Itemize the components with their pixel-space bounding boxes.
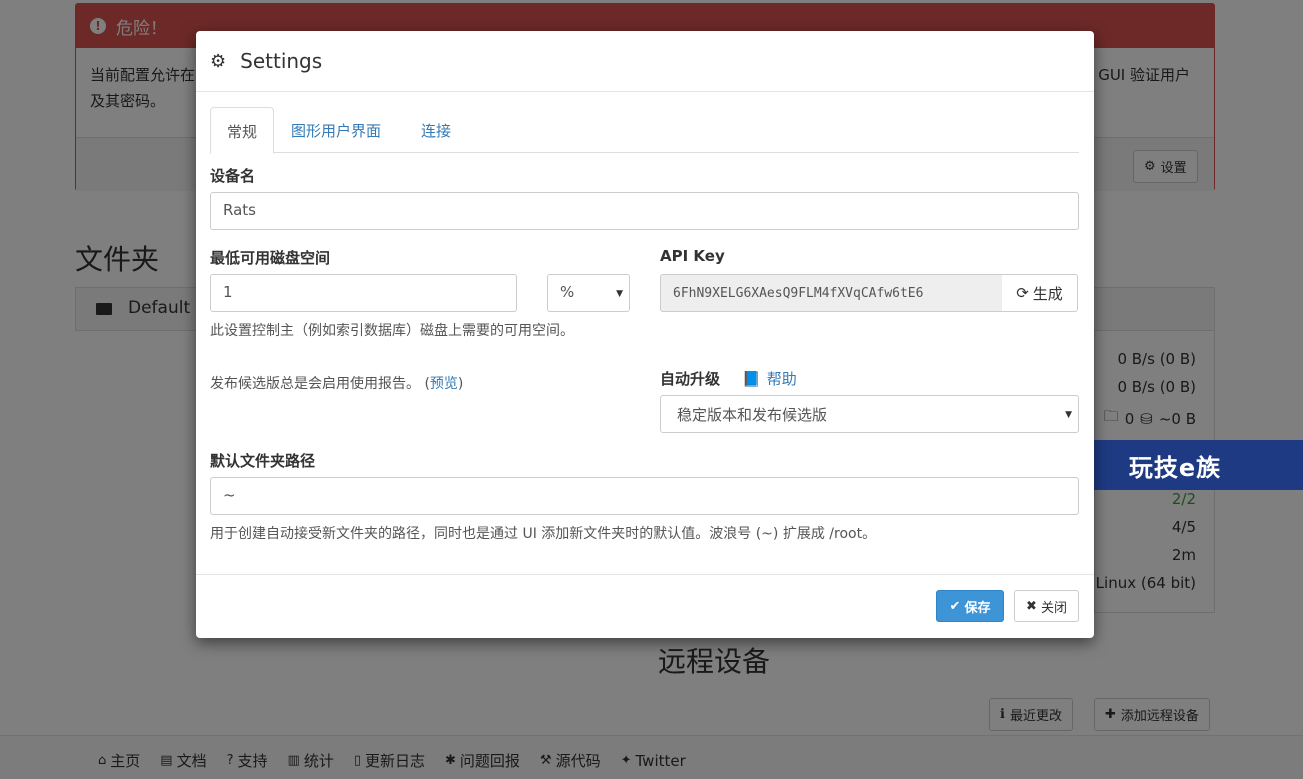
modal-footer: ✔ 保存 ✖ 关闭 — [196, 574, 1094, 638]
min-disk-input[interactable]: 1 — [210, 274, 517, 312]
rc-usage-text: 发布候选版总是会启用使用报告。 — [210, 376, 420, 392]
close-label: 关闭 — [1040, 600, 1067, 616]
modal-title: Settings — [240, 49, 323, 73]
close-icon: ✖ — [1026, 598, 1037, 614]
min-disk-label: 最低可用磁盘空间 — [210, 249, 331, 267]
refresh-icon: ⟳ — [1016, 284, 1029, 302]
generate-api-key-button[interactable]: ⟳ 生成 — [1002, 274, 1078, 312]
save-label: 保存 — [964, 600, 991, 616]
tab-general[interactable]: 常规 — [210, 107, 275, 154]
settings-tabs: 常规 图形用户界面 连接 — [210, 107, 1079, 154]
preview-link[interactable]: 预览 — [430, 376, 458, 392]
modal-header: ⚙ Settings — [196, 31, 1094, 92]
rc-usage-note: 发布候选版总是会启用使用报告。 (预览) — [210, 376, 464, 392]
check-icon: ✔ — [949, 598, 961, 614]
default-path-label: 默认文件夹路径 — [210, 452, 316, 470]
api-key-input[interactable]: 6FhN9XELG6XAesQ9FLM4fXVqCAfw6tE6 — [660, 274, 1003, 312]
default-path-help: 用于创建自动接受新文件夹的路径，同时也是通过 UI 添加新文件夹时的默认值。波浪… — [210, 526, 877, 542]
auto-upgrade-label: 自动升级 — [660, 370, 721, 388]
caret-down-icon: ▼ — [616, 289, 623, 299]
auto-upgrade-select[interactable]: 稳定版本和发布候选版 ▼ — [660, 395, 1079, 433]
help-link-label: 帮助 — [766, 370, 797, 388]
caret-down-icon: ▼ — [1065, 410, 1072, 420]
gear-icon: ⚙ — [210, 50, 227, 72]
min-disk-unit-value: % — [560, 283, 575, 301]
close-button[interactable]: ✖ 关闭 — [1014, 590, 1079, 622]
tab-gui[interactable]: 图形用户界面 — [275, 107, 397, 153]
device-name-label: 设备名 — [210, 167, 256, 185]
min-disk-unit-select[interactable]: % ▼ — [547, 274, 630, 312]
generate-label: 生成 — [1032, 284, 1063, 303]
api-key-label: API Key — [660, 247, 725, 265]
default-path-input[interactable]: ~ — [210, 477, 1079, 515]
book-icon: 📘 — [742, 369, 761, 388]
min-disk-help: 此设置控制主（例如索引数据库）磁盘上需要的可用空间。 — [210, 323, 574, 339]
auto-upgrade-value: 稳定版本和发布候选版 — [677, 406, 828, 424]
settings-modal: ⚙ Settings 常规 图形用户界面 连接 设备名 Rats 最低可用磁盘空… — [196, 31, 1094, 638]
help-link[interactable]: 📘 帮助 — [742, 368, 797, 389]
save-button[interactable]: ✔ 保存 — [936, 590, 1004, 622]
tab-connections[interactable]: 连接 — [405, 107, 467, 153]
device-name-input[interactable]: Rats — [210, 192, 1079, 230]
